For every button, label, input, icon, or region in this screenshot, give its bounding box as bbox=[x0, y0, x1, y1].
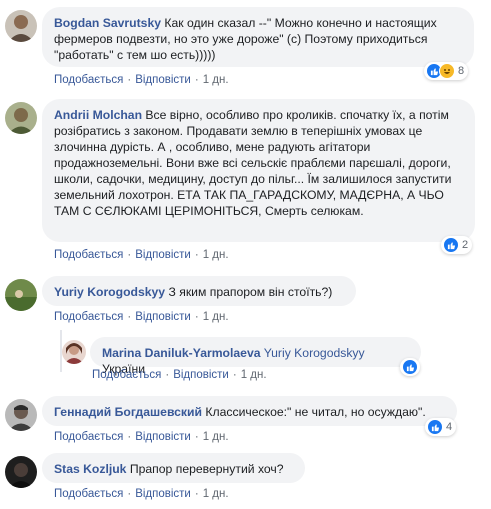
comment-bubble: Andrii Molchan Все вірно, особливо про к… bbox=[42, 99, 475, 242]
timestamp[interactable]: 1 дн. bbox=[203, 431, 229, 443]
like-icon bbox=[402, 359, 418, 375]
reaction-count: 4 bbox=[446, 421, 453, 433]
comment-actions: Подобається · Відповісти · 1 дн. bbox=[54, 431, 229, 443]
comment-text: Все вірно, особливо про кроликів. спочат… bbox=[54, 108, 452, 218]
comment-text: Прапор перевернутий хоч? bbox=[129, 462, 284, 476]
avatar[interactable] bbox=[5, 10, 37, 42]
reply-link[interactable]: Відповісти bbox=[135, 311, 191, 323]
like-link[interactable]: Подобається bbox=[54, 74, 123, 86]
reaction-count: 2 bbox=[462, 239, 469, 251]
comment-bubble: Marina Daniluk-Yarmolaeva Yuriy Korogods… bbox=[90, 337, 421, 376]
author-name[interactable]: Bogdan Savrutsky bbox=[54, 16, 161, 30]
reaction-summary[interactable]: 8 bbox=[424, 62, 469, 80]
reply-link[interactable]: Відповісти bbox=[135, 74, 191, 86]
like-link[interactable]: Подобається bbox=[54, 488, 123, 500]
reply-link[interactable]: Відповісти bbox=[173, 369, 229, 381]
comment-actions: Подобається · Відповісти · 1 дн. bbox=[54, 488, 229, 500]
timestamp[interactable]: 1 дн. bbox=[241, 369, 267, 381]
reaction-summary[interactable]: 2 bbox=[441, 236, 473, 254]
avatar[interactable] bbox=[5, 399, 37, 431]
comment-bubble: Stas Kozljuk Прапор перевернутий хоч? bbox=[42, 453, 305, 483]
like-icon bbox=[443, 237, 459, 253]
comment-actions: Подобається · Відповісти · 1 дн. bbox=[54, 74, 229, 86]
like-link[interactable]: Подобається bbox=[92, 369, 161, 381]
author-name[interactable]: Yuriy Korogodskyy bbox=[54, 285, 165, 299]
comment-actions: Подобається · Відповісти · 1 дн. bbox=[92, 369, 267, 381]
comment-text: З яким прапором він стоїть?) bbox=[168, 285, 333, 299]
like-link[interactable]: Подобається bbox=[54, 311, 123, 323]
avatar[interactable] bbox=[62, 340, 86, 364]
reply-link[interactable]: Відповісти bbox=[135, 249, 191, 261]
reply-link[interactable]: Відповісти bbox=[135, 488, 191, 500]
comment-actions: Подобається · Відповісти · 1 дн. bbox=[54, 311, 229, 323]
mention-tag[interactable]: Yuriy Korogodskyy bbox=[264, 346, 365, 360]
author-name[interactable]: Andrii Molchan bbox=[54, 108, 142, 122]
haha-icon bbox=[439, 63, 455, 79]
avatar[interactable] bbox=[5, 279, 37, 311]
reaction-count: 8 bbox=[458, 65, 465, 77]
comment-bubble: Yuriy Korogodskyy З яким прапором він ст… bbox=[42, 276, 356, 306]
comment-bubble: Bogdan Savrutsky Как один сказал --" Мож… bbox=[42, 7, 474, 67]
author-name[interactable]: Marina Daniluk-Yarmolaeva bbox=[102, 346, 261, 360]
avatar[interactable] bbox=[5, 102, 37, 134]
like-icon bbox=[427, 419, 443, 435]
timestamp[interactable]: 1 дн. bbox=[203, 249, 229, 261]
author-name[interactable]: Stas Kozljuk bbox=[54, 462, 126, 476]
author-name[interactable]: Геннадий Богдашевский bbox=[54, 405, 202, 419]
reaction-summary[interactable] bbox=[400, 358, 420, 376]
reaction-summary[interactable]: 4 bbox=[425, 418, 457, 436]
timestamp[interactable]: 1 дн. bbox=[203, 311, 229, 323]
reply-link[interactable]: Відповісти bbox=[135, 431, 191, 443]
avatar[interactable] bbox=[5, 456, 37, 488]
timestamp[interactable]: 1 дн. bbox=[203, 488, 229, 500]
comment-text: Классическое:" не читал, но осуждаю". bbox=[205, 405, 426, 419]
comment-bubble: Геннадий Богдашевский Классическое:" не … bbox=[42, 396, 457, 426]
like-link[interactable]: Подобається bbox=[54, 431, 123, 443]
timestamp[interactable]: 1 дн. bbox=[203, 74, 229, 86]
comment-actions: Подобається · Відповісти · 1 дн. bbox=[54, 249, 229, 261]
like-link[interactable]: Подобається bbox=[54, 249, 123, 261]
